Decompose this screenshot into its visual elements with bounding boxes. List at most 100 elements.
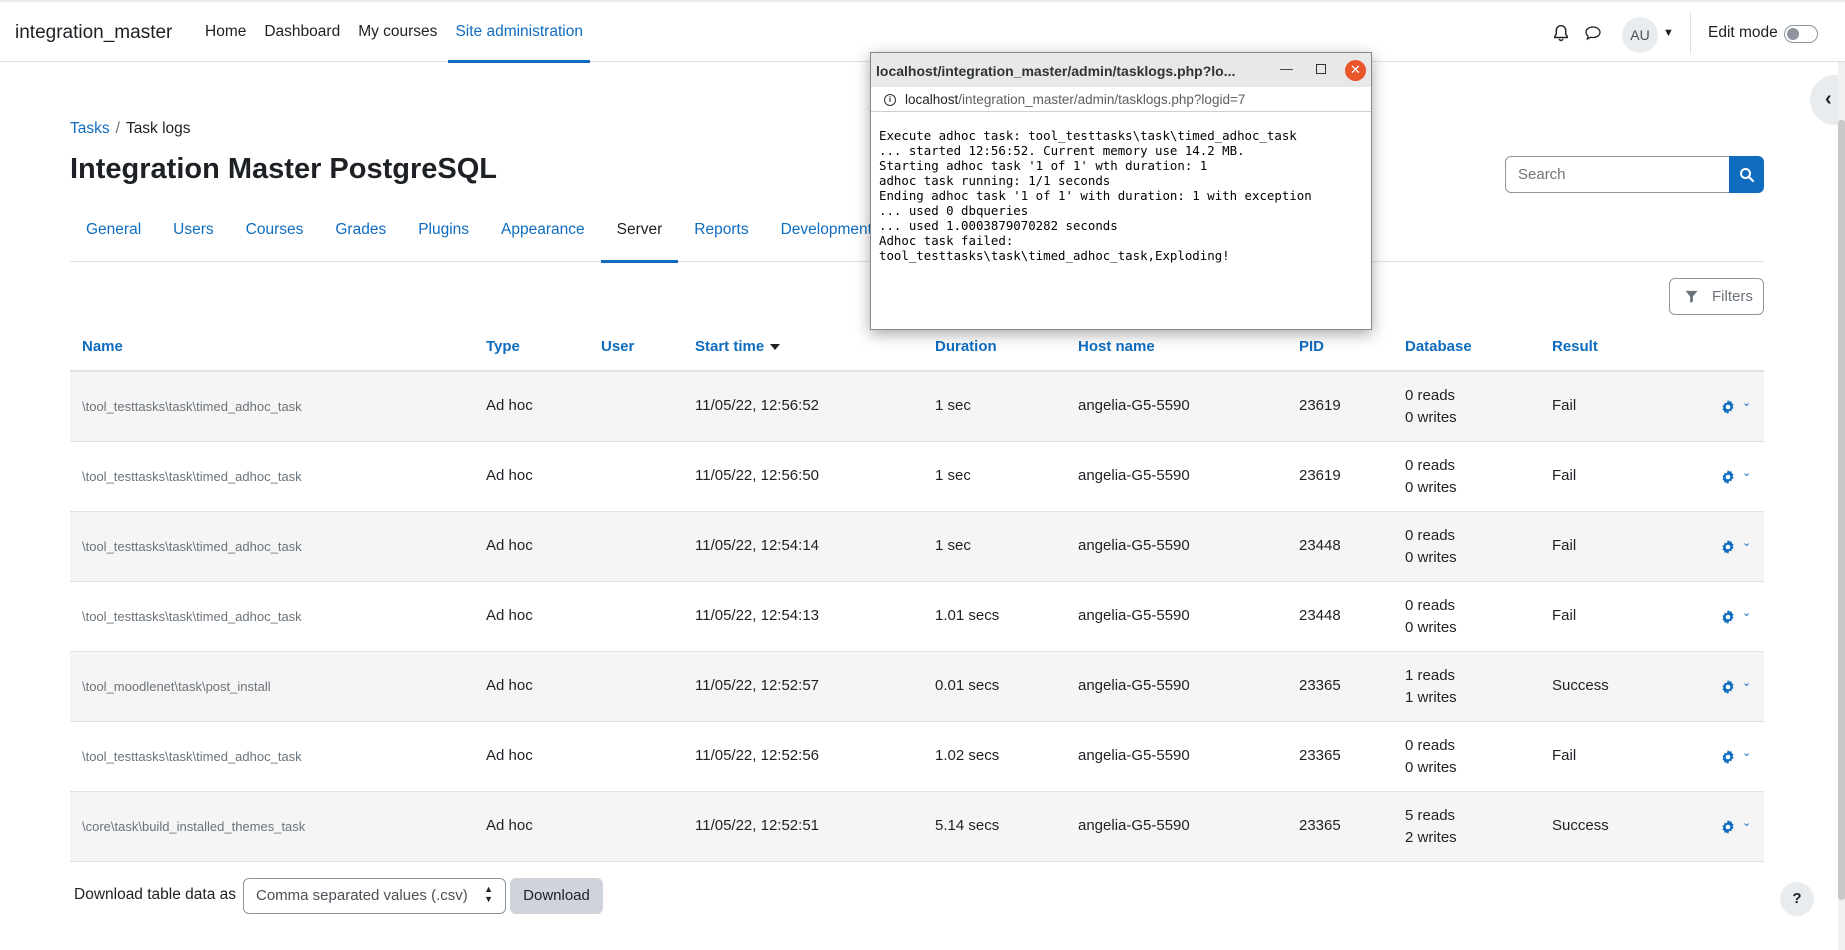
task-name: \tool_testtasks\task\timed_adhoc_task bbox=[82, 469, 302, 484]
tab-appearance[interactable]: Appearance bbox=[485, 210, 601, 262]
task-database: 0 reads 0 writes bbox=[1405, 735, 1457, 779]
task-duration: 1.02 secs bbox=[935, 747, 1000, 764]
actions-chevron-down-icon[interactable]: ⌄ bbox=[1742, 536, 1751, 549]
gear-icon[interactable] bbox=[1720, 609, 1736, 625]
db-writes: 0 writes bbox=[1405, 409, 1457, 426]
primary-navigation: Home Dashboard My courses Site administr… bbox=[205, 2, 601, 63]
task-start-time: 11/05/22, 12:54:13 bbox=[695, 607, 819, 624]
breadcrumb-tasks-link[interactable]: Tasks bbox=[70, 120, 110, 137]
edit-mode-label: Edit mode bbox=[1708, 24, 1778, 41]
column-header-start-time[interactable]: Start time bbox=[695, 338, 781, 355]
popup-url-bar[interactable]: i localhost/integration_master/admin/tas… bbox=[871, 87, 1371, 112]
nav-site-administration[interactable]: Site administration bbox=[448, 2, 590, 63]
nav-dashboard[interactable]: Dashboard bbox=[264, 2, 340, 62]
db-reads: 1 reads bbox=[1405, 667, 1456, 684]
task-pid: 23365 bbox=[1299, 817, 1341, 834]
db-reads: 0 reads bbox=[1405, 527, 1456, 544]
select-updown-icon: ▲ ▼ bbox=[484, 884, 493, 904]
log-line: tool_testtasks\task\timed_adhoc_task,Exp… bbox=[879, 248, 1230, 263]
task-database: 0 reads 0 writes bbox=[1405, 525, 1457, 569]
db-writes: 0 writes bbox=[1405, 549, 1457, 566]
column-header-database[interactable]: Database bbox=[1405, 338, 1472, 355]
column-header-type[interactable]: Type bbox=[486, 338, 520, 355]
db-reads: 0 reads bbox=[1405, 387, 1456, 404]
popup-titlebar[interactable]: localhost/integration_master/admin/taskl… bbox=[871, 53, 1371, 87]
task-duration: 1 sec bbox=[935, 467, 971, 484]
actions-chevron-down-icon[interactable]: ⌄ bbox=[1742, 816, 1751, 829]
search-input[interactable] bbox=[1505, 156, 1730, 193]
table-row: \tool_testtasks\task\timed_adhoc_task Ad… bbox=[70, 512, 1764, 582]
tab-general[interactable]: General bbox=[70, 210, 157, 262]
search-button[interactable] bbox=[1729, 156, 1764, 193]
nav-home[interactable]: Home bbox=[205, 2, 246, 62]
url-path: /integration_master/admin/tasklogs.php?l… bbox=[958, 92, 1246, 107]
actions-chevron-down-icon[interactable]: ⌄ bbox=[1742, 746, 1751, 759]
tab-grades[interactable]: Grades bbox=[319, 210, 402, 262]
task-result: Fail bbox=[1552, 397, 1577, 414]
gear-icon[interactable] bbox=[1720, 679, 1736, 695]
page-title: Integration Master PostgreSQL bbox=[70, 153, 498, 185]
task-start-time: 11/05/22, 12:56:52 bbox=[695, 397, 819, 414]
column-header-duration[interactable]: Duration bbox=[935, 338, 997, 355]
task-duration: 0.01 secs bbox=[935, 677, 1000, 694]
task-start-time: 11/05/22, 12:52:56 bbox=[695, 747, 819, 764]
minimize-icon[interactable]: — bbox=[1280, 61, 1293, 76]
task-result: Fail bbox=[1552, 747, 1577, 764]
popup-url: localhost/integration_master/admin/taskl… bbox=[905, 92, 1245, 107]
actions-chevron-down-icon[interactable]: ⌄ bbox=[1742, 396, 1751, 409]
task-result: Success bbox=[1552, 677, 1609, 694]
tab-users[interactable]: Users bbox=[157, 210, 229, 262]
url-host: localhost bbox=[905, 92, 959, 107]
chevron-left-icon: ‹ bbox=[1825, 88, 1832, 110]
page-scrollbar-thumb[interactable] bbox=[1838, 120, 1845, 900]
filter-funnel-icon bbox=[1685, 290, 1698, 303]
task-database: 0 reads 0 writes bbox=[1405, 385, 1457, 429]
task-host: angelia-G5-5590 bbox=[1078, 397, 1190, 414]
messages-chat-icon[interactable] bbox=[1584, 25, 1602, 41]
download-format-select[interactable]: Comma separated values (.csv) ▲ ▼ bbox=[243, 878, 506, 914]
tab-reports[interactable]: Reports bbox=[678, 210, 764, 262]
gear-icon[interactable] bbox=[1720, 819, 1736, 835]
filters-label: Filters bbox=[1712, 288, 1753, 305]
task-database: 1 reads 1 writes bbox=[1405, 665, 1457, 709]
notifications-bell-icon[interactable] bbox=[1552, 24, 1570, 42]
log-line: Starting adhoc task '1 of 1' wth duratio… bbox=[879, 158, 1208, 173]
user-menu-chevron-down-icon[interactable]: ▼ bbox=[1663, 27, 1674, 39]
nav-my-courses[interactable]: My courses bbox=[358, 2, 437, 62]
close-icon[interactable]: ✕ bbox=[1345, 60, 1366, 81]
column-header-host-name[interactable]: Host name bbox=[1078, 338, 1155, 355]
gear-icon[interactable] bbox=[1720, 749, 1736, 765]
tab-courses[interactable]: Courses bbox=[230, 210, 320, 262]
tab-server[interactable]: Server bbox=[600, 210, 679, 263]
maximize-icon[interactable] bbox=[1316, 64, 1326, 74]
task-start-time: 11/05/22, 12:52:57 bbox=[695, 677, 819, 694]
filters-button[interactable]: Filters bbox=[1669, 278, 1764, 315]
gear-icon[interactable] bbox=[1720, 469, 1736, 485]
edit-mode-toggle[interactable] bbox=[1784, 25, 1818, 43]
db-writes: 1 writes bbox=[1405, 689, 1457, 706]
log-line: Ending adhoc task '1 of 1' with duration… bbox=[879, 188, 1312, 203]
task-type: Ad hoc bbox=[486, 467, 533, 484]
task-result: Fail bbox=[1552, 467, 1577, 484]
breadcrumb-separator: / bbox=[115, 120, 120, 137]
info-icon[interactable]: i bbox=[884, 94, 896, 106]
table-row: \core\task\build_installed_themes_task A… bbox=[70, 792, 1764, 862]
column-header-result[interactable]: Result bbox=[1552, 338, 1598, 355]
table-row: \tool_moodlenet\task\post_install Ad hoc… bbox=[70, 652, 1764, 722]
user-avatar[interactable]: AU bbox=[1622, 17, 1658, 53]
actions-chevron-down-icon[interactable]: ⌄ bbox=[1742, 606, 1751, 619]
search-icon bbox=[1739, 167, 1754, 182]
gear-icon[interactable] bbox=[1720, 539, 1736, 555]
site-brand[interactable]: integration_master bbox=[15, 22, 172, 44]
gear-icon[interactable] bbox=[1720, 399, 1736, 415]
download-button[interactable]: Download bbox=[510, 878, 603, 914]
help-button[interactable]: ? bbox=[1780, 882, 1814, 916]
task-host: angelia-G5-5590 bbox=[1078, 467, 1190, 484]
column-header-user[interactable]: User bbox=[601, 338, 634, 355]
column-header-name[interactable]: Name bbox=[82, 338, 123, 355]
column-header-pid[interactable]: PID bbox=[1299, 338, 1324, 355]
tab-plugins[interactable]: Plugins bbox=[402, 210, 485, 262]
actions-chevron-down-icon[interactable]: ⌄ bbox=[1742, 466, 1751, 479]
db-reads: 0 reads bbox=[1405, 737, 1456, 754]
actions-chevron-down-icon[interactable]: ⌄ bbox=[1742, 676, 1751, 689]
